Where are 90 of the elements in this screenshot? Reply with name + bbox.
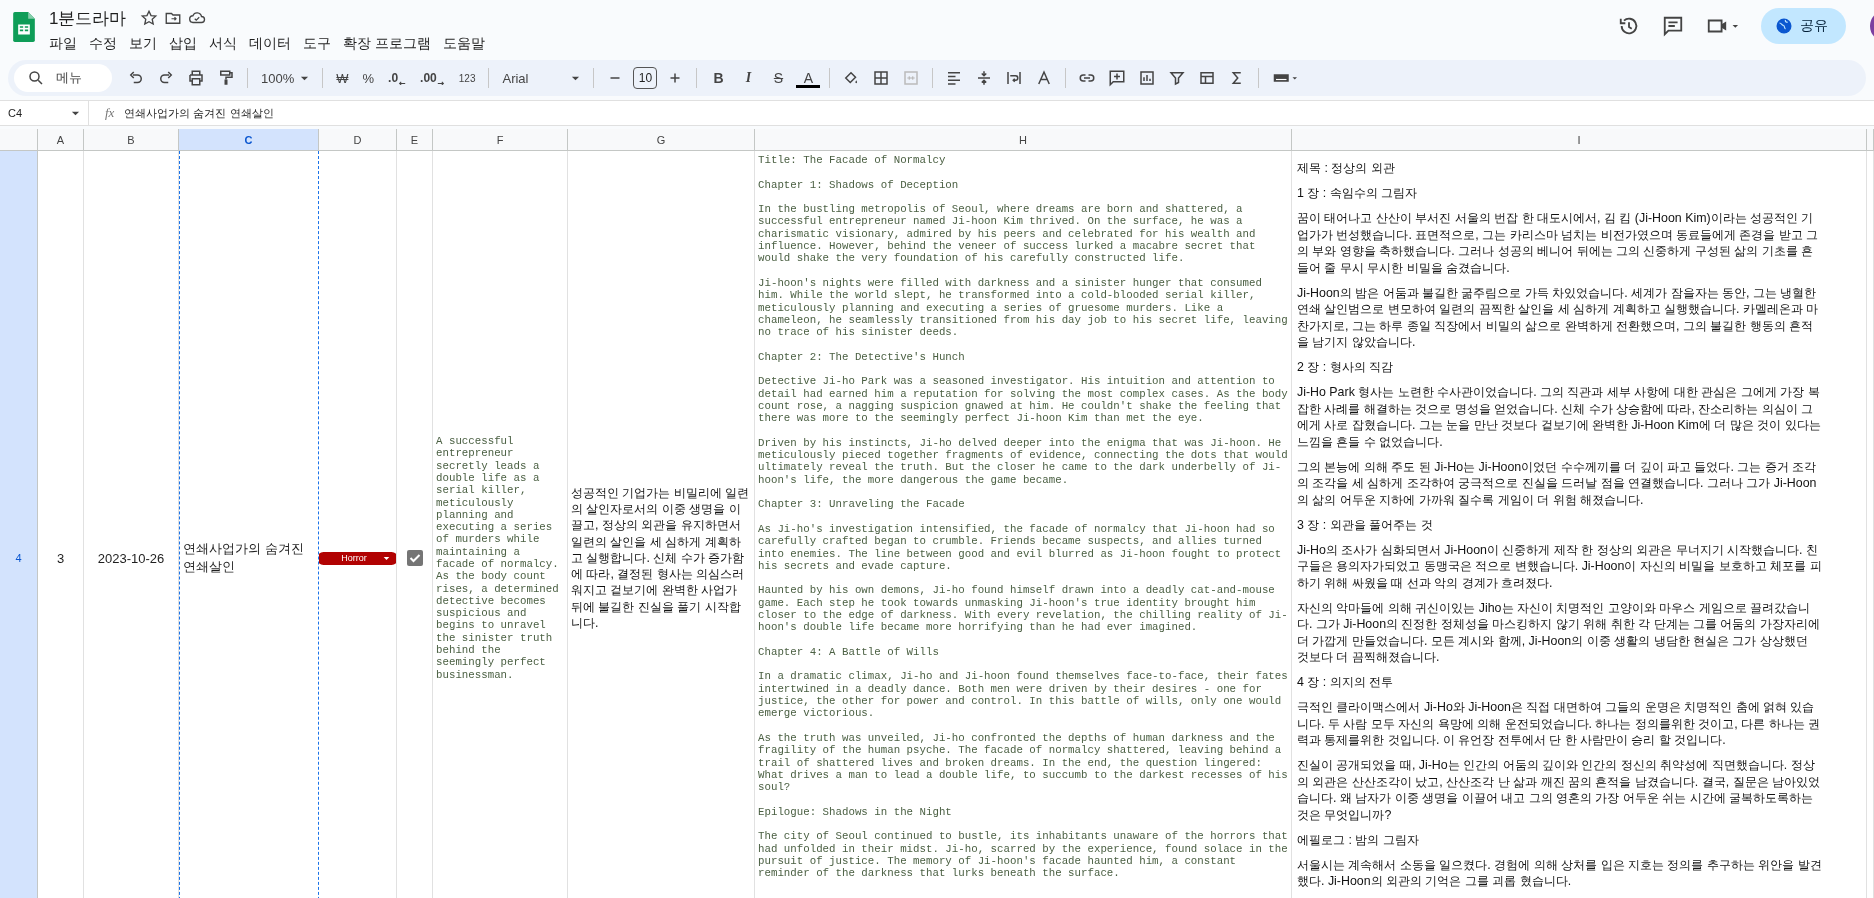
bold-button[interactable]: B xyxy=(706,68,731,88)
row-header[interactable]: 4 xyxy=(0,151,38,898)
menu-item[interactable]: 파일 xyxy=(43,33,83,55)
decrease-decimals-button[interactable]: .0 xyxy=(384,69,411,87)
chart-icon[interactable] xyxy=(1138,69,1157,87)
function-label: fx xyxy=(105,105,115,121)
menu-item[interactable]: 데이터 xyxy=(243,33,297,55)
share-button[interactable]: 공유 xyxy=(1761,8,1846,44)
story-paragraph: 진실이 공개되었을 때, Ji-Ho는 인간의 어둠의 깊이와 인간의 정신의 취약성에 직면했습니다. 정상의 외관은 산산조각이 났고, 산산조각 난 삶과 깨진 꿈의 흔적을 남겼습니다. 결국, 질문은 남아있었습니다. 왜 남자가 이중 생명을 이끌어 내고 그의 영혼의 가장 어두운 쉬는 시간에 굴복하도록하는 것은 무엇입니까? xyxy=(1297,757,1822,823)
search-icon xyxy=(27,69,45,87)
story-paragraph: 1 장 : 속임수의 그림자 xyxy=(1297,185,1419,202)
increase-decimals-button[interactable]: .00 xyxy=(416,69,449,87)
table-cell: 3 xyxy=(56,550,65,566)
story-paragraph: 극적인 클라이맥스에서 Ji-Ho와 Ji-Hoon은 직접 대면하여 그들의 운명은 치명적인 춤에 얽혀 있습니다. 두 사람 모두 자신의 욕망에 의해 운전되었습니다. 하나는 정의를위한 것이고, 다른 하나는 권력과 통제를위한 것입니다. 이 유언장 전투에서 단 한 사람만이 승리 할 것입니다. xyxy=(1297,699,1822,749)
story-paragraph: 3 장 : 외관을 풀어주는 것 xyxy=(1297,516,1434,533)
zoom-dropdown[interactable]: 100% xyxy=(257,68,314,88)
italic-button[interactable]: I xyxy=(736,68,761,88)
star-icon[interactable] xyxy=(140,9,159,27)
menu-item[interactable]: 도움말 xyxy=(436,33,491,55)
table-cell[interactable]: 연쇄사업가의 숨겨진 연쇄살인 xyxy=(183,540,315,576)
story-paragraph: 제목 : 정상의 외관 xyxy=(1297,160,1396,177)
document-title[interactable]: 1분드라마 xyxy=(49,6,127,30)
add-comment-icon[interactable] xyxy=(1108,69,1127,87)
menu-item[interactable]: 확장 프로그램 xyxy=(337,33,437,55)
story-paragraph: Haunted by his own demons, Ji-ho found himself drawn into a deadly cat-and-mouse game. Each step he took towards unmasking Ji-hoon's true identity brought him closer to the edge of darkness. With every revelation, the chilling reality of Ji-hoon's double life became more horrifying than he had ever imagined. xyxy=(758,584,1288,634)
caret-icon xyxy=(382,554,390,562)
menu-item[interactable]: 수정 xyxy=(83,33,123,55)
story-paragraph: 에필로그 : 밤의 그림자 xyxy=(1297,831,1420,848)
column-header[interactable]: C xyxy=(179,129,319,151)
percent-format-button[interactable]: % xyxy=(358,68,379,88)
story-paragraph: In the bustling metropolis of Seoul, where dreams are born and shattered, a successful entrepreneur named Ji-hoon Kim thrived. On the surface, he was a charismatic visionary, admired by his peers and celebrated for his wealth and influence. However, behind the veneer of success lurked a macabre secret that would shake the very foundation of his carefully constructed life. xyxy=(758,203,1257,265)
story-paragraph: 자신의 악마들에 의해 귀신이있는 Jiho는 자신이 치명적인 고양이와 마우스 게임으로 끌려갔습니다. 그가 Ji-Hoon의 진정한 정체성을 마스킹하지 않기 위해 취한 각 단계는 그를 어둠의 가장자리에 더 가깝게 만들었습니다. 모든 계시와 함께, Ji-Hoon의 이중 생활의 냉담한 현실은 그가 상상했던 것보다 더 끔찍해졌습니다. xyxy=(1297,599,1821,666)
text-wrap-icon[interactable] xyxy=(1005,69,1024,87)
story-paragraph: Chapter 4: A Battle of Wills xyxy=(758,645,940,659)
paint-format-icon[interactable] xyxy=(217,69,235,87)
story-paragraph: Ji-Ho의 조사가 심화되면서 Ji-Hoon이 신중하게 제작 한 정상의 외관은 무너지기 시작했습니다. 친구들은 용의자가되었고 동맹국은 적으로 변했습니다. Ji-Hoon이 자신의 비밀을 보호하고 체포를 피하기 위해 싸웠을 때 선과 악의 경계가 흐려졌다. xyxy=(1297,541,1822,591)
merge-cells-icon[interactable] xyxy=(902,69,921,87)
column-header[interactable]: B xyxy=(84,129,179,151)
spreadsheet-logo-icon[interactable] xyxy=(13,12,35,42)
menu-item[interactable]: 보기 xyxy=(123,33,163,55)
story-paragraph: Ji-Ho Park 형사는 노련한 수사관이었습니다. 그의 직관과 세부 사항에 대한 관심은 그에게 가장 복잡한 사례를 해결하는 것으로 명성을 얻었습니다. 신체 수가 상승함에 따라, 잔소리하는 의심이 그에게 사로 잡혔습니다. 그는 눈을 만난 것보다 겉보기에 완벽한 Ji-Hoon Kim에 더 많은 것이 있다는 느낌을 흔들 수 없었습니다. xyxy=(1297,384,1822,450)
column-header[interactable]: I xyxy=(1292,129,1867,151)
formula-input-field[interactable]: 연쇄사업가의 숨겨진 연쇄살인 xyxy=(124,105,274,121)
checkbox[interactable] xyxy=(405,549,424,567)
story-paragraph: Chapter 3: Unraveling the Facade xyxy=(758,498,966,511)
borders-icon[interactable] xyxy=(872,69,891,87)
table-icon[interactable] xyxy=(1198,69,1217,87)
table-cell: 2023-10-26 xyxy=(97,550,165,566)
print-icon[interactable] xyxy=(187,69,205,87)
text-color-button[interactable]: A xyxy=(796,68,821,88)
story-paragraph: Driven by his instincts, Ji-ho delved deeper into the enigma that was Ji-hoon. He meticulously pieced together fragments of evidence, connecting the dots that would ultimately reveal the truth. But the closer he came to the dark underbelly of Ji-hoon's life, the more dangerous the game became. xyxy=(758,436,1288,486)
story-paragraph: Ji-hoon's nights were filled with darkness and a sinister hunger that consumed him. While the world slept, he transformed into a cold-blooded serial killer, meticulously planning and executing a series of gruesome murders. Like a chameleon, he seamlessly transitioned from his day job to his secret life, leaving no trace of his sinister deeds. xyxy=(758,276,1288,339)
story-paragraph: Chapter 1: Shadows of Deception xyxy=(758,178,960,191)
cell-reference-field[interactable]: C4 xyxy=(0,101,89,125)
menu-item[interactable]: 삽입 xyxy=(163,33,203,55)
story-paragraph: 4 장 : 의지의 전투 xyxy=(1297,674,1395,691)
story-paragraph: 2 장 : 형사의 직감 xyxy=(1297,359,1395,376)
story-paragraph: As the truth was unveiled, Ji-ho confronted the depths of human darkness and the fragility of the human psyche. The facade of normalcy shattered, leaving behind a trail of shattered lives and broken dreams. In the end, the question lingered: What drives a man to lead a double life, to succumb to the darkest recesses of his soul? xyxy=(758,731,1288,794)
history-icon[interactable] xyxy=(1618,15,1640,37)
column-header[interactable]: D xyxy=(319,129,397,151)
comment-icon[interactable] xyxy=(1662,15,1684,37)
font-size-field[interactable]: 10 xyxy=(633,67,658,89)
column-header[interactable]: F xyxy=(433,129,568,151)
genre-chip[interactable]: Horror xyxy=(319,551,396,565)
story-paragraph: 서울시는 계속해서 소동을 일으켰다. 경험에 의해 상처를 입은 지호는 정의를 추구하는 위안을 발견했다. Ji-Hoon의 외관의 기억은 그를 괴롭 혔습니다. xyxy=(1297,856,1822,890)
story-paragraph: Chapter 2: The Detective's Hunch xyxy=(758,350,966,364)
menu-item[interactable]: 서식 xyxy=(203,33,243,55)
menu-item[interactable]: 도구 xyxy=(297,33,337,55)
story-paragraph: 꿈이 태어나고 산산이 부서진 서울의 번잡 한 대도시에서, 김 킴 (Ji-Hoon Kim)이라는 성공적인 기업가가 번성했습니다. 표면적으로, 그는 카리스마 넘치는 비전가였으며 동료들에게 존경을 받고 그의 부와 영향을 축하했습니다. 그러나 성공의 베니어 뒤에는 그의 신중하게 구성된 삶의 기초를 흔들어 줄 무시 무시한 비밀을 숨겼습니다. xyxy=(1297,210,1820,276)
strikethrough-button[interactable]: S xyxy=(766,68,791,88)
column-header[interactable]: G xyxy=(568,129,755,151)
story-paragraph: Ji-Hoon의 밤은 어둠과 불길한 굶주림으로 가득 차있었습니다. 세계가 잠을자는 동안, 그는 냉혈한 연쇄 살인범으로 변모하여 일련의 끔찍한 살인을 세 심하게 계획하고 실행했습니다. 카멜레온과 마찬가지로, 그는 하루 종일 직장에서 비밀의 삶으로 완벽하게 전환했으며, 그의 불길한 행동의 흔적을 남기지 않았습니다. xyxy=(1297,284,1820,351)
table-cell-text: A successful entrepreneur secretly leads a double life as a serial killer, meticulously planning and executing a series of murders while maintaining a facade of normalcy. As the body count rises, a determined detective becomes suspicious and begins to unravel the sinister truth behind the seemingly perfect businessman. xyxy=(436,435,560,681)
currency-format-button[interactable]: ₩ xyxy=(332,68,353,88)
column-header[interactable]: E xyxy=(397,129,433,151)
number-format-button[interactable]: 123 xyxy=(454,70,480,86)
filter-icon[interactable] xyxy=(1168,69,1187,87)
menu-search-field[interactable]: 메뉴 xyxy=(14,64,112,92)
story-paragraph: In a dramatic climax, Ji-ho and Ji-hoon found themselves face-to-face, their fates intertwined in a deadly dance. Both men were driven by their desires - one for justice, the other for power and control. In this battle of wills, only one would emerge victorious. xyxy=(758,670,1288,720)
font-dropdown[interactable]: Arial xyxy=(498,68,585,88)
story-paragraph: As Ji-ho's investigation intensified, the facade of normalcy that Ji-hoon had so carefully crafted began to crumble. Friends became suspects, and allies turned into enemies. The line between good and evil blurred as Ji-hoon fought to protect his secrets and evade capture. xyxy=(758,522,1283,573)
story-paragraph: Title: The Facade of Normalcy xyxy=(758,154,947,167)
story-paragraph: Epilogue: Shadows in the Night xyxy=(758,805,953,819)
column-header[interactable]: A xyxy=(38,129,84,151)
story-paragraph: The city of Seoul continued to bustle, its inhabitants unaware of the horrors that had unfolded in their midst. Ji-ho, scarred by the experience, found solace in the pursuit of justice. The memory of Ji-hoon's facade haunted him, a constant reminder of the darkness that lurks beneath the surface. xyxy=(758,830,1288,880)
table-cell: 성공적인 기업가는 비밀리에 일련의 살인자로서의 이중 생명을 이끌고, 정상의 외관을 유지하면서 일련의 살인을 세 심하게 계획하고 실행합니다. 신체 수가 증가함에 따라, 결정된 형사는 의심스러워지고 겉보기에 완벽한 사업가 뒤에 불길한 진실을 풀기 시작합니다. xyxy=(571,485,751,631)
column-header[interactable]: H xyxy=(755,129,1292,151)
story-paragraph: 그의 본능에 의해 주도 된 Ji-Ho는 Ji-Hoon이었던 수수께끼를 더 깊이 파고 들었다. 그는 증거 조각의 조각을 세 심하게 조각하여 궁극적으로 진실을 드러날 점을 연결했습니다. 그러나 그가 Ji-Hoon의 삶의 어두운 지하에 가까워 질수록 게임이 더 위험 해졌습니다. xyxy=(1297,458,1818,508)
story-paragraph: Detective Ji-ho Park was a seasoned investigator. His intuition and attention to detail had earned him a reputation for solving the most complex cases. As the body count rose, a nagging suspicion gnawed at him. He couldn't shake the feeling that there was more to the seemingly perfect Ji-hoon Kim than met the eye. xyxy=(758,375,1288,425)
globe-icon xyxy=(1775,17,1793,35)
